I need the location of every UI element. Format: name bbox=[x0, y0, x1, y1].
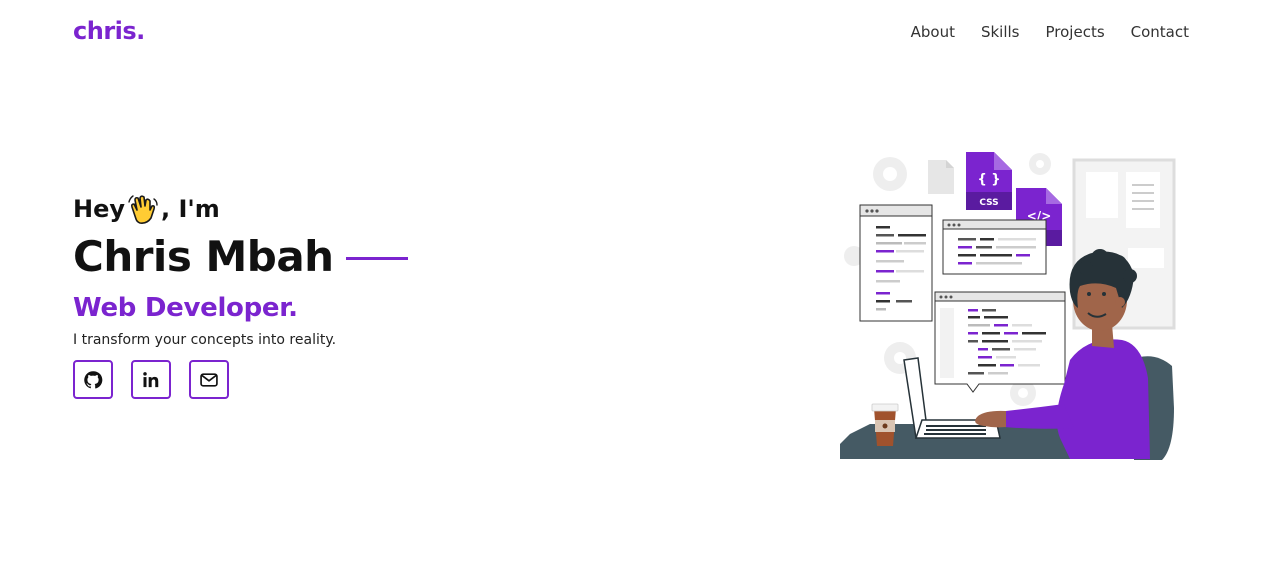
code-window bbox=[934, 291, 1066, 393]
nav-about[interactable]: About bbox=[911, 23, 955, 41]
greeting: Hey , I'm bbox=[73, 192, 408, 226]
greeting-hey: Hey bbox=[73, 195, 126, 223]
nav-contact[interactable]: Contact bbox=[1131, 23, 1189, 41]
waving-hand-icon bbox=[128, 195, 158, 224]
github-icon bbox=[84, 370, 103, 388]
site-logo[interactable]: chris. bbox=[73, 17, 145, 45]
code-window bbox=[859, 204, 933, 322]
code-window bbox=[942, 219, 1047, 275]
developer-illustration: { } CSS </> bbox=[840, 152, 1176, 460]
css-label: CSS bbox=[979, 198, 998, 208]
email-button[interactable] bbox=[189, 360, 229, 399]
nav-projects[interactable]: Projects bbox=[1046, 23, 1105, 41]
greeting-im: , I'm bbox=[161, 195, 220, 223]
mail-icon bbox=[200, 372, 218, 387]
hero-role: Web Developer. bbox=[73, 293, 298, 323]
name-underline-accent bbox=[345, 257, 408, 260]
social-links bbox=[73, 360, 408, 399]
linkedin-icon bbox=[143, 371, 159, 387]
file-icon bbox=[928, 160, 954, 194]
main-nav: About Skills Projects Contact bbox=[911, 23, 1189, 41]
nav-skills[interactable]: Skills bbox=[981, 23, 1020, 41]
name-row: Chris Mbah bbox=[73, 232, 408, 281]
github-button[interactable] bbox=[73, 360, 113, 399]
css-file-icon: { } CSS bbox=[966, 152, 1012, 210]
hero-name: Chris Mbah bbox=[73, 232, 334, 281]
hero-section: Hey , I'm Chris Mbah Web Developer. I tr… bbox=[73, 192, 408, 399]
hero-tagline: I transform your concepts into reality. bbox=[73, 332, 337, 348]
linkedin-button[interactable] bbox=[131, 360, 171, 399]
svg-text:{ }: { } bbox=[977, 172, 1000, 187]
